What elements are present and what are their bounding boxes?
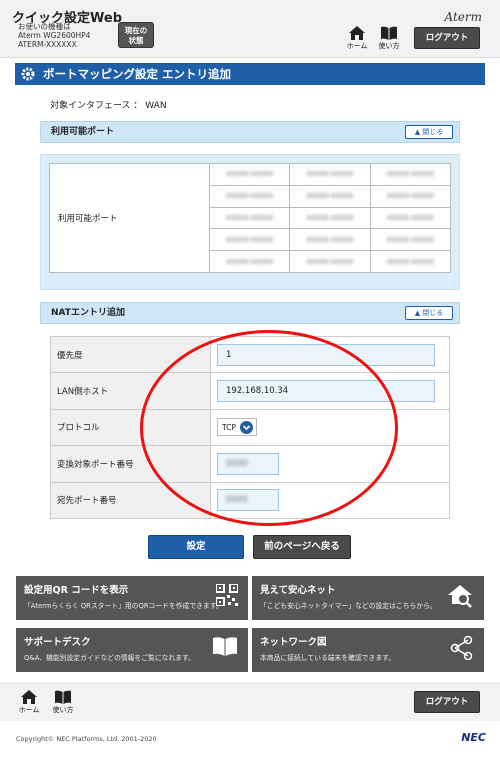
- home-label: ホーム: [346, 42, 368, 50]
- lan-host-label: LAN側ホスト: [50, 372, 211, 410]
- port-range-cell: 00000-00000: [208, 163, 291, 186]
- priority-input[interactable]: 1: [217, 343, 435, 366]
- port-range-cell: 00000-00000: [289, 206, 371, 230]
- footer-manual-button[interactable]: 使い方: [50, 690, 76, 716]
- status-line-1: 現在の: [124, 26, 148, 35]
- back-button[interactable]: 前のページへ戻る: [253, 535, 351, 559]
- nec-logo: NEC: [461, 731, 486, 744]
- tile-support-desk[interactable]: サポートデスク Q&A、機能別設定ガイドなどの情報をご覧になれます。: [16, 628, 248, 672]
- form-row-priority: 優先度 1: [50, 335, 450, 374]
- manual-label: 使い方: [52, 706, 74, 714]
- port-range-cell: 00000-00000: [369, 206, 452, 230]
- close-label: 閉じる: [422, 309, 444, 317]
- port-label: 変換対象ポート番号: [50, 445, 211, 483]
- network-icon: [450, 636, 473, 660]
- nat-entry-heading: NATエントリ追加: [51, 308, 125, 318]
- protocol-cell: TCP: [210, 408, 450, 447]
- nat-entry-form: 優先度 1 LAN側ホスト 192.168.10.34 プロトコル TCP 変換…: [50, 335, 450, 519]
- form-row-lan-host: LAN側ホスト 192.168.10.34: [50, 372, 450, 410]
- available-ports-table: 利用可能ポート 00000-00000 00000-00000 00000-00…: [49, 163, 452, 273]
- port-range-cell: 00000-00000: [289, 250, 371, 273]
- tile-desc: 「こども安心ネットタイマー」などの設定はこちらから。: [260, 602, 437, 610]
- dest-port-input[interactable]: 0000: [217, 489, 279, 512]
- form-row-protocol: プロトコル TCP: [50, 408, 450, 447]
- dest-port-cell: 0000: [210, 481, 450, 519]
- protocol-label: プロトコル: [50, 408, 211, 447]
- form-row-port: 変換対象ポート番号 0000: [50, 445, 450, 483]
- table-row: 利用可能ポート 00000-00000 00000-00000 00000-00…: [49, 163, 452, 273]
- port-range-cell: 00000-00000: [369, 163, 452, 186]
- tile-network-map[interactable]: ネットワーク図 本商品に接続している端末を確認できます。: [252, 628, 484, 672]
- port-range-cell: 00000-00000: [208, 206, 291, 230]
- home-button[interactable]: ホーム: [344, 26, 370, 52]
- logout-button[interactable]: ログアウト: [414, 27, 480, 49]
- port-range-cell: 00000-00000: [208, 228, 291, 252]
- model-line-3: ATERM-XXXXXX: [18, 40, 77, 49]
- tile-title: 設定用QR コードを表示: [24, 585, 129, 596]
- submit-button[interactable]: 設定: [148, 535, 244, 559]
- tile-qr-code[interactable]: 設定用QR コードを表示 「Atermらくらく QRスタート」用のQRコードを作…: [16, 576, 248, 620]
- home-icon: [349, 26, 365, 40]
- port-range-cell: 00000-00000: [369, 250, 452, 273]
- form-row-dest-port: 宛先ポート番号 0000: [50, 481, 450, 519]
- tile-desc: Q&A、機能別設定ガイドなどの情報をご覧になれます。: [24, 654, 195, 662]
- port-range-cell: 00000-00000: [289, 163, 371, 186]
- interface-label: 対象インタフェース ： WAN: [50, 101, 167, 111]
- book-icon: [381, 26, 397, 40]
- current-status-button[interactable]: 現在の 状態: [118, 22, 154, 48]
- available-ports-close-button[interactable]: ▲ 閉じる: [405, 125, 453, 139]
- qr-icon: [216, 584, 238, 606]
- tile-mieru-anshin-net[interactable]: 見えて安心ネット 「こども安心ネットタイマー」などの設定はこちらから。: [252, 576, 484, 620]
- page-title: ポートマッピング設定 エントリ追加: [43, 67, 232, 81]
- copyright: Copyright© NEC Platforms, Ltd. 2001-2020: [16, 735, 157, 743]
- tile-title: 見えて安心ネット: [260, 585, 336, 596]
- home-label: ホーム: [18, 706, 40, 714]
- nat-entry-close-button[interactable]: ▲ 閉じる: [405, 306, 453, 320]
- manual-label: 使い方: [378, 42, 400, 50]
- footer-logout-button[interactable]: ログアウト: [414, 691, 480, 713]
- tile-desc: 「Atermらくらく QRスタート」用のQRコードを作成できます。: [24, 602, 223, 610]
- lan-host-cell: 192.168.10.34: [210, 372, 450, 410]
- protocol-value: TCP: [222, 422, 236, 432]
- tile-title: ネットワーク図: [260, 637, 327, 648]
- available-ports-body: 利用可能ポート 00000-00000 00000-00000 00000-00…: [40, 154, 460, 290]
- page-title-bar: ポートマッピング設定 エントリ追加: [15, 63, 485, 85]
- dest-port-label: 宛先ポート番号: [50, 481, 211, 519]
- gear-icon: [21, 67, 35, 81]
- lan-host-input[interactable]: 192.168.10.34: [217, 380, 435, 403]
- available-ports-header: 利用可能ポート ▲ 閉じる: [40, 121, 460, 143]
- tile-title: サポートデスク: [24, 637, 91, 648]
- nat-entry-header: NATエントリ追加 ▲ 閉じる: [40, 302, 460, 324]
- book-open-icon: [213, 637, 237, 656]
- priority-cell: 1: [210, 335, 450, 374]
- port-range-cell: 00000-00000: [208, 250, 291, 273]
- available-ports-row-label: 利用可能ポート: [49, 163, 210, 273]
- port-range-cell: 00000-00000: [369, 228, 452, 252]
- aterm-logo: Aterm: [444, 10, 483, 24]
- header: クイック設定Web お使いの機種は Aterm WG2600HP4 ATERM-…: [0, 0, 500, 58]
- port-cell: 0000: [210, 445, 450, 483]
- footer-bar: ホーム 使い方 ログアウト: [0, 683, 500, 721]
- book-icon: [55, 690, 71, 704]
- protocol-select[interactable]: TCP: [217, 418, 257, 437]
- status-line-2: 状態: [128, 36, 144, 45]
- footer-home-button[interactable]: ホーム: [16, 690, 42, 716]
- model-line-2: Aterm WG2600HP4: [18, 31, 91, 40]
- model-info: お使いの機種は Aterm WG2600HP4 ATERM-XXXXXX: [18, 22, 90, 49]
- model-line-1: お使いの機種は: [18, 22, 71, 31]
- close-label: 閉じる: [422, 128, 444, 136]
- house-search-icon: [448, 585, 472, 608]
- priority-label: 優先度: [50, 335, 211, 374]
- manual-button[interactable]: 使い方: [376, 26, 402, 52]
- port-range-cell: 00000-00000: [208, 184, 291, 208]
- chevron-down-icon: [239, 420, 253, 434]
- port-range-cell: 00000-00000: [289, 184, 371, 208]
- port-range-cell: 00000-00000: [289, 228, 371, 252]
- port-input[interactable]: 0000: [217, 452, 279, 475]
- tile-desc: 本商品に接続している端末を確認できます。: [260, 654, 396, 662]
- home-icon: [21, 690, 37, 704]
- port-range-cell: 00000-00000: [369, 184, 452, 208]
- available-ports-heading: 利用可能ポート: [51, 127, 115, 137]
